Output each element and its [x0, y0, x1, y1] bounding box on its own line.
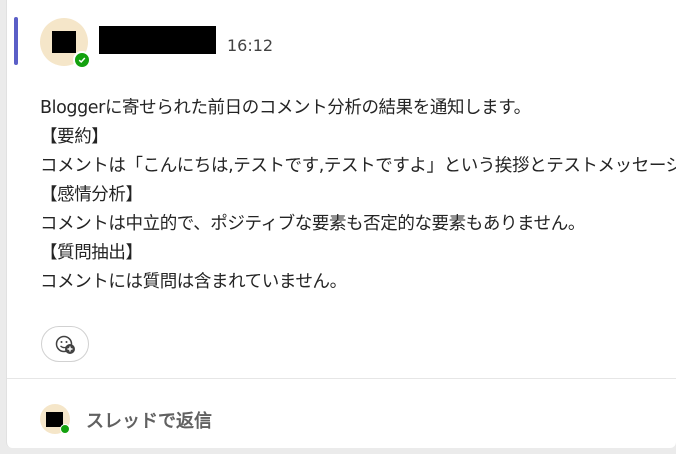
reply-user-avatar	[40, 404, 70, 434]
message-line: コメントは中立的で、ポジティブな要素も否定的な要素もありません。	[40, 214, 585, 234]
sender-name-redacted[interactable]	[99, 26, 216, 54]
message-line: コメントには質問は含まれていません。	[40, 272, 347, 292]
add-reaction-icon	[55, 335, 75, 354]
message-line: Bloggerに寄せられた前日のコメント分析の結果を通知します。	[40, 98, 531, 118]
reply-divider	[7, 378, 676, 379]
message-line: 【感情分析】	[40, 185, 143, 205]
sender-avatar[interactable]	[40, 18, 91, 69]
message-card: 16:12 Bloggerに寄せられた前日のコメント分析の結果を通知します。 【…	[6, 0, 676, 448]
presence-available-icon	[60, 424, 70, 434]
presence-available-icon	[73, 51, 91, 69]
reply-in-thread-button[interactable]: スレッドで返信	[86, 407, 212, 433]
unread-accent-bar	[14, 17, 18, 65]
message-line: 【要約】	[40, 127, 109, 147]
add-reaction-button[interactable]	[41, 326, 89, 362]
message-line: コメントは「こんにちは,テストです,テストですよ」という挨拶とテストメッセージで…	[40, 156, 676, 176]
message-timestamp: 16:12	[227, 36, 274, 55]
avatar-redaction	[52, 31, 76, 53]
message-line: 【質問抽出】	[40, 243, 143, 263]
message-body: Bloggerに寄せられた前日のコメント分析の結果を通知します。 【要約】 コメ…	[40, 94, 676, 297]
